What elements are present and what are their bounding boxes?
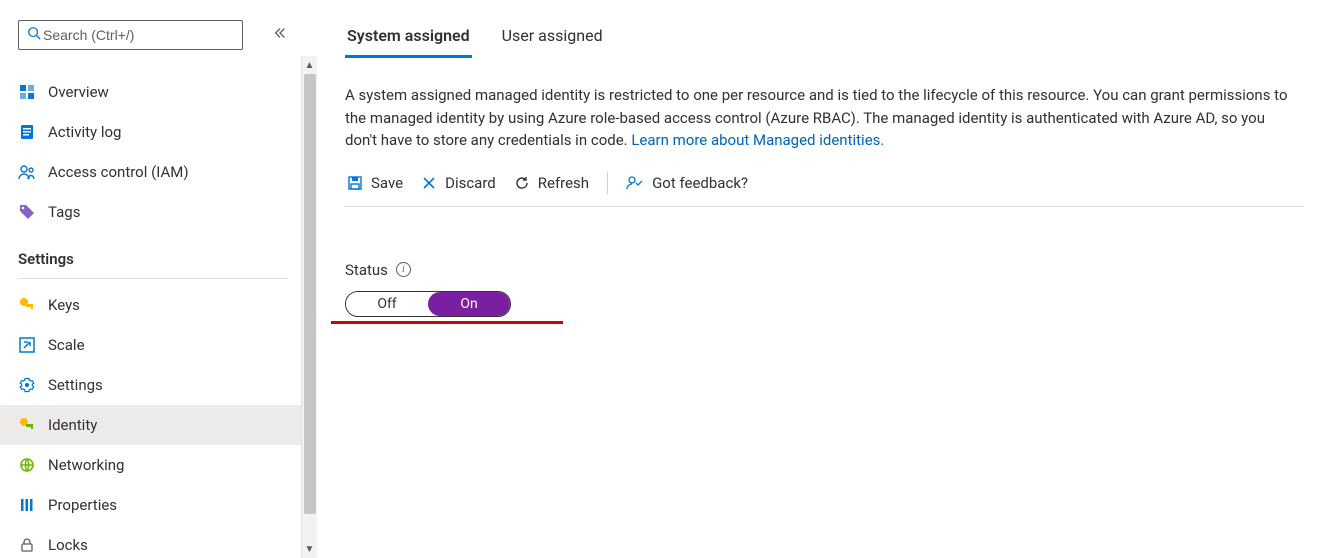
identity-icon <box>18 417 36 433</box>
discard-label: Discard <box>445 174 496 192</box>
sidebar: Overview Activity log Ac <box>0 0 305 558</box>
sidebar-item-label: Tags <box>48 203 80 221</box>
tab-bar: System assigned User assigned <box>345 20 1304 58</box>
sidebar-item-label: Identity <box>48 416 97 434</box>
feedback-label: Got feedback? <box>652 174 748 192</box>
learn-more-link[interactable]: Learn more about Managed identities. <box>631 131 884 149</box>
sidebar-item-settings[interactable]: Settings <box>0 365 305 405</box>
status-label-row: Status i <box>345 261 1304 279</box>
refresh-icon <box>514 175 530 191</box>
scrollbar-thumb[interactable] <box>304 74 316 514</box>
tags-icon <box>18 204 36 220</box>
discard-icon <box>421 175 437 191</box>
sidebar-item-activity-log[interactable]: Activity log <box>0 112 305 152</box>
sidebar-item-label: Access control (IAM) <box>48 163 189 181</box>
status-toggle-off[interactable]: Off <box>346 292 428 316</box>
sidebar-item-access-control[interactable]: Access control (IAM) <box>0 152 305 192</box>
sidebar-item-tags[interactable]: Tags <box>0 192 305 232</box>
app-root: Overview Activity log Ac <box>0 0 1332 558</box>
sidebar-item-label: Settings <box>48 376 103 394</box>
scrollbar-up-icon[interactable]: ▲ <box>302 56 317 74</box>
save-label: Save <box>371 174 403 192</box>
search-icon <box>27 26 41 44</box>
activity-log-icon <box>18 124 36 140</box>
sidebar-item-properties[interactable]: Properties <box>0 485 305 525</box>
networking-icon <box>18 457 36 473</box>
sidebar-item-label: Properties <box>48 496 117 514</box>
sidebar-section-settings: Settings <box>0 232 305 272</box>
status-label: Status <box>345 261 388 279</box>
command-bar: Save Discard Refresh Got feedback? <box>345 170 1304 207</box>
collapse-sidebar-button[interactable] <box>273 26 287 44</box>
search-box[interactable] <box>18 20 243 50</box>
properties-icon <box>18 497 36 513</box>
sidebar-item-overview[interactable]: Overview <box>0 72 305 112</box>
status-toggle[interactable]: Off On <box>345 291 511 317</box>
scrollbar-down-icon[interactable]: ▼ <box>302 540 317 558</box>
refresh-label: Refresh <box>538 174 589 192</box>
feedback-button[interactable]: Got feedback? <box>624 170 750 196</box>
overview-icon <box>18 84 36 100</box>
refresh-button[interactable]: Refresh <box>512 170 591 196</box>
sidebar-top-nav: Overview Activity log Ac <box>0 72 305 232</box>
sidebar-item-keys[interactable]: Keys <box>0 285 305 325</box>
feedback-icon <box>626 175 644 191</box>
annotation-underline <box>331 321 563 324</box>
settings-icon <box>18 377 36 393</box>
sidebar-item-label: Networking <box>48 456 124 474</box>
sidebar-item-scale[interactable]: Scale <box>0 325 305 365</box>
access-control-icon <box>18 164 36 180</box>
sidebar-settings-nav: Keys Scale Settings Identity <box>0 285 305 558</box>
sidebar-item-label: Keys <box>48 296 80 314</box>
tab-system-assigned[interactable]: System assigned <box>345 20 472 58</box>
sidebar-item-identity[interactable]: Identity <box>0 405 305 445</box>
save-button[interactable]: Save <box>345 170 405 196</box>
sidebar-item-locks[interactable]: Locks <box>0 525 305 558</box>
search-input[interactable] <box>41 26 234 44</box>
sidebar-scrollbar[interactable]: ▲ ▼ <box>301 56 317 558</box>
status-toggle-on[interactable]: On <box>428 292 510 316</box>
locks-icon <box>18 537 36 553</box>
sidebar-item-label: Locks <box>48 536 88 554</box>
status-section: Status i Off On <box>345 261 1304 324</box>
scale-icon <box>18 337 36 353</box>
keys-icon <box>18 297 36 313</box>
sidebar-item-label: Scale <box>48 336 85 354</box>
sidebar-item-label: Overview <box>48 83 109 101</box>
save-icon <box>347 175 363 191</box>
discard-button[interactable]: Discard <box>419 170 498 196</box>
main-panel: System assigned User assigned A system a… <box>305 0 1332 558</box>
description-text: A system assigned managed identity is re… <box>345 84 1290 152</box>
sidebar-header <box>0 20 305 50</box>
info-icon[interactable]: i <box>396 262 411 277</box>
section-divider <box>18 278 287 279</box>
toolbar-separator <box>607 172 608 194</box>
tab-user-assigned[interactable]: User assigned <box>500 20 605 58</box>
sidebar-item-networking[interactable]: Networking <box>0 445 305 485</box>
sidebar-item-label: Activity log <box>48 123 121 141</box>
